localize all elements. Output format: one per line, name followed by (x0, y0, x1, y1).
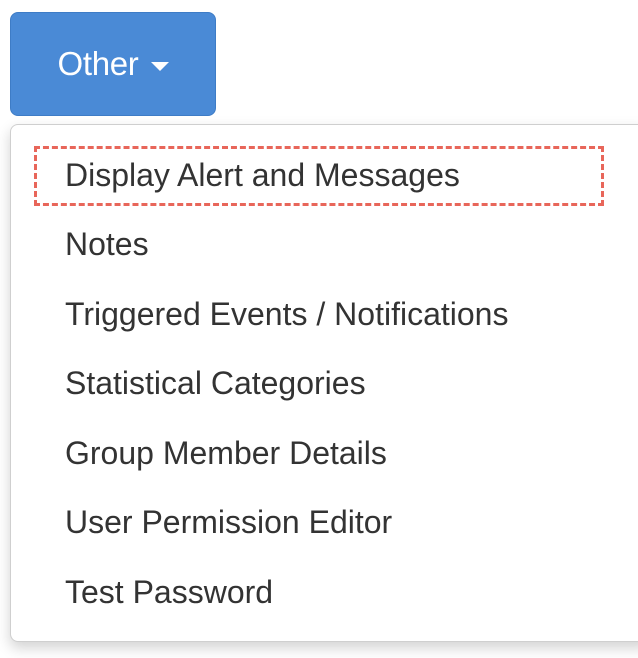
menu-item-notes[interactable]: Notes (65, 219, 149, 269)
page: Other Display Alert and Messages Notes T… (0, 0, 638, 658)
menu-item-triggered-events-notifications[interactable]: Triggered Events / Notifications (65, 289, 508, 339)
menu-item-test-password[interactable]: Test Password (65, 567, 273, 617)
menu-item-display-alert-and-messages[interactable]: Display Alert and Messages (65, 150, 460, 200)
other-dropdown-button[interactable]: Other (10, 12, 216, 116)
menu-item-user-permission-editor[interactable]: User Permission Editor (65, 497, 392, 547)
other-dropdown-label: Other (57, 45, 139, 82)
caret-down-icon (150, 61, 169, 71)
dropdown-menu: Display Alert and Messages Notes Trigger… (10, 124, 638, 642)
menu-item-statistical-categories[interactable]: Statistical Categories (65, 358, 366, 408)
menu-item-group-member-details[interactable]: Group Member Details (65, 428, 387, 478)
